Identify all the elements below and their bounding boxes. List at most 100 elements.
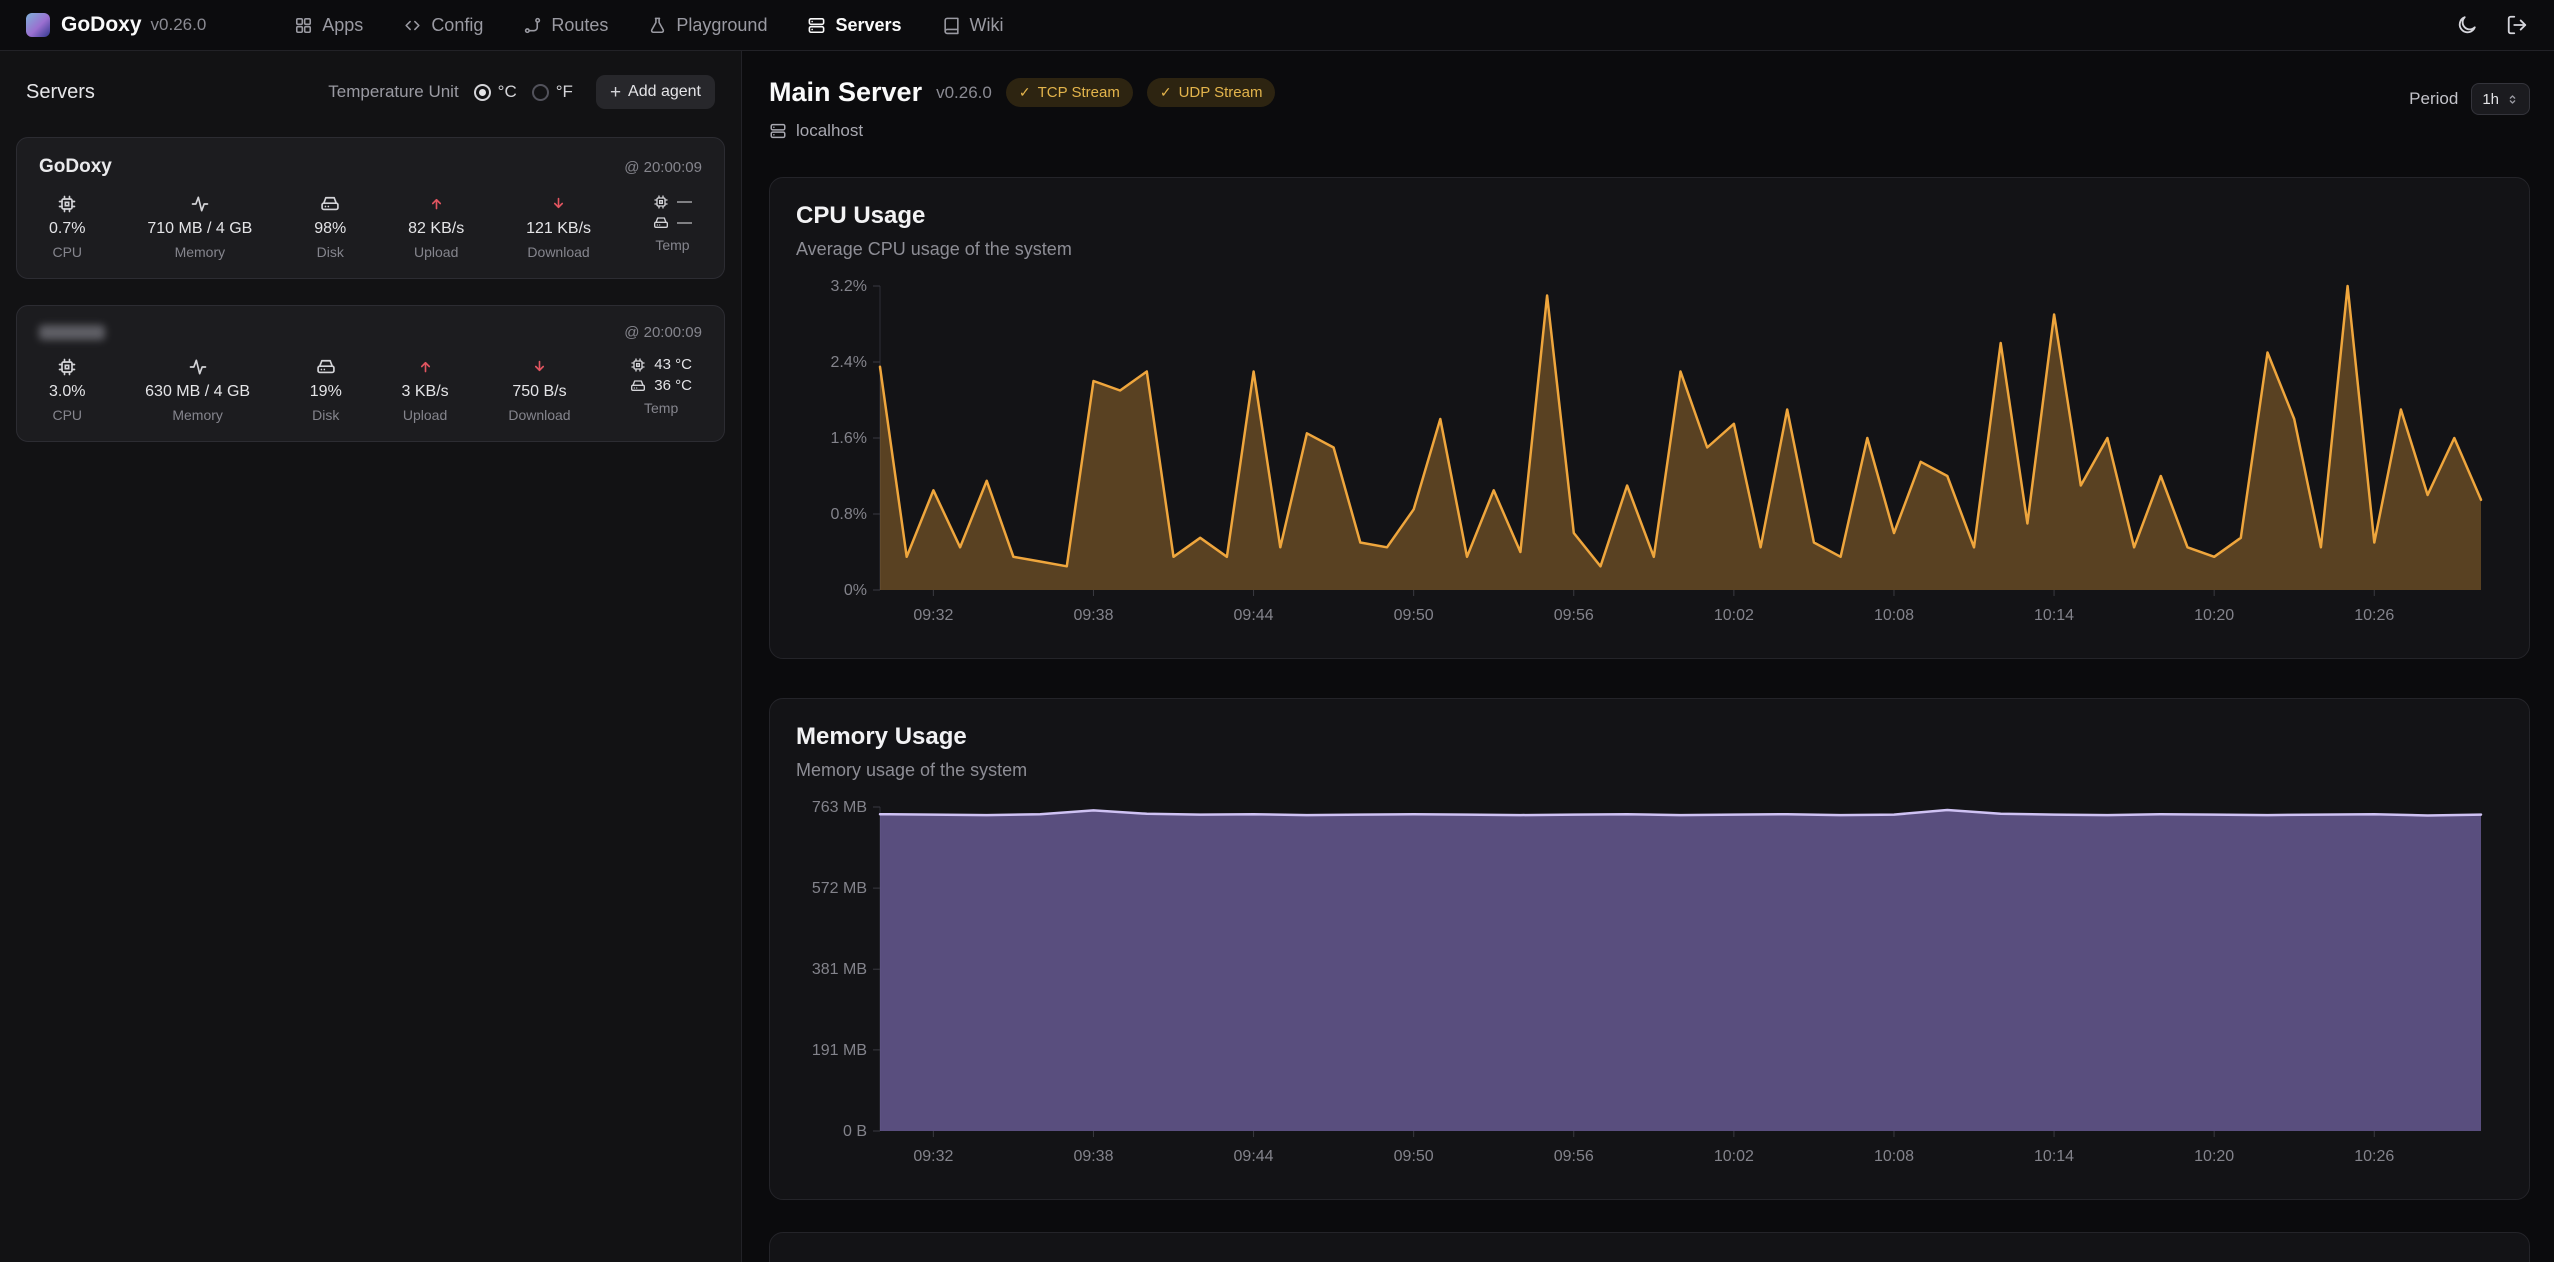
cpu-temp-value: — bbox=[677, 193, 692, 210]
svg-text:10:14: 10:14 bbox=[2034, 1148, 2074, 1165]
activity-icon bbox=[188, 357, 208, 377]
server-stats: 0.7% CPU 710 MB / 4 GB Memory 98% Disk 8… bbox=[39, 193, 702, 260]
svg-text:10:20: 10:20 bbox=[2194, 607, 2234, 624]
check-icon: ✓ bbox=[1019, 84, 1031, 101]
radio-circle-icon bbox=[474, 84, 491, 101]
download-label: Download bbox=[508, 407, 570, 423]
nav-item-label: Apps bbox=[322, 15, 363, 36]
cpu-label: CPU bbox=[52, 407, 82, 423]
memory-label: Memory bbox=[172, 407, 223, 423]
server-card[interactable]: GoDoxy @ 20:00:09 0.7% CPU 710 MB / 4 GB… bbox=[16, 137, 725, 279]
cpu-temp-value: 43 °C bbox=[654, 356, 692, 373]
server-icon bbox=[769, 122, 787, 140]
disk-value: 98% bbox=[314, 220, 346, 238]
server-stats: 3.0% CPU 630 MB / 4 GB Memory 19% Disk 3… bbox=[39, 356, 702, 423]
stat-disk: 98% Disk bbox=[314, 193, 346, 260]
temperature-unit-label: Temperature Unit bbox=[328, 82, 458, 102]
memory-usage-chart: 0 B191 MB381 MB572 MB763 MB09:3209:3809:… bbox=[796, 795, 2503, 1175]
tcp-stream-badge: ✓ TCP Stream bbox=[1006, 78, 1133, 107]
cpu-usage-card: CPU Usage Average CPU usage of the syste… bbox=[769, 177, 2530, 659]
cpu-icon bbox=[57, 194, 77, 214]
stat-temp: — — Temp bbox=[653, 193, 692, 253]
svg-text:3.2%: 3.2% bbox=[831, 278, 867, 295]
upload-arrow-icon bbox=[429, 196, 444, 211]
code-icon bbox=[403, 16, 422, 35]
moon-icon[interactable] bbox=[2456, 14, 2478, 36]
disk-label: Disk bbox=[317, 244, 344, 260]
upload-label: Upload bbox=[403, 407, 447, 423]
nav-item-servers[interactable]: Servers bbox=[807, 15, 901, 36]
navbar: GoDoxy v0.26.0 Apps Config Routes Playgr… bbox=[0, 0, 2554, 51]
app-logo-icon bbox=[26, 13, 50, 37]
server-timestamp: @ 20:00:09 bbox=[624, 159, 702, 176]
logout-icon[interactable] bbox=[2506, 14, 2528, 36]
upload-value: 82 KB/s bbox=[408, 220, 464, 238]
disk-icon bbox=[320, 194, 340, 214]
upload-label: Upload bbox=[414, 244, 458, 260]
period-label: Period bbox=[2409, 89, 2458, 109]
cpu-icon bbox=[57, 357, 77, 377]
svg-text:09:32: 09:32 bbox=[913, 1148, 953, 1165]
radio-celsius[interactable]: °C bbox=[474, 82, 517, 102]
nav-item-routes[interactable]: Routes bbox=[523, 15, 608, 36]
svg-text:572 MB: 572 MB bbox=[812, 880, 867, 897]
svg-text:09:38: 09:38 bbox=[1073, 607, 1113, 624]
svg-text:381 MB: 381 MB bbox=[812, 961, 867, 978]
stat-upload: 82 KB/s Upload bbox=[408, 193, 464, 260]
svg-text:191 MB: 191 MB bbox=[812, 1042, 867, 1059]
upload-arrow-icon bbox=[418, 359, 433, 374]
stat-download: 121 KB/s Download bbox=[526, 193, 591, 260]
download-label: Download bbox=[527, 244, 589, 260]
route-icon bbox=[523, 16, 542, 35]
memory-value: 710 MB / 4 GB bbox=[147, 220, 252, 238]
radio-fahrenheit[interactable]: °F bbox=[532, 82, 573, 102]
sidebar: Servers Temperature Unit °C °F + Add age… bbox=[0, 51, 742, 1262]
svg-text:10:14: 10:14 bbox=[2034, 607, 2074, 624]
app-name: GoDoxy bbox=[61, 13, 142, 37]
stat-download: 750 B/s Download bbox=[508, 356, 570, 423]
svg-text:10:02: 10:02 bbox=[1714, 607, 1754, 624]
server-card[interactable]: @ 20:00:09 3.0% CPU 630 MB / 4 GB Memory… bbox=[16, 305, 725, 442]
svg-text:0.8%: 0.8% bbox=[831, 506, 867, 523]
svg-text:09:50: 09:50 bbox=[1394, 607, 1434, 624]
app-version: v0.26.0 bbox=[151, 15, 207, 35]
cpu-value: 3.0% bbox=[49, 383, 85, 401]
nav-item-apps[interactable]: Apps bbox=[294, 15, 363, 36]
svg-text:10:02: 10:02 bbox=[1714, 1148, 1754, 1165]
page-title: Main Server bbox=[769, 77, 922, 108]
nav-menu: Apps Config Routes Playground Servers Wi… bbox=[294, 15, 1003, 36]
add-agent-button[interactable]: + Add agent bbox=[596, 75, 715, 109]
disk-icon bbox=[630, 378, 646, 394]
udp-stream-badge: ✓ UDP Stream bbox=[1147, 78, 1276, 107]
disk-icon bbox=[653, 215, 669, 231]
memory-chart-subtitle: Memory usage of the system bbox=[796, 760, 2503, 781]
svg-text:2.4%: 2.4% bbox=[831, 354, 867, 371]
download-arrow-icon bbox=[551, 196, 566, 211]
memory-label: Memory bbox=[175, 244, 226, 260]
upload-value: 3 KB/s bbox=[402, 383, 449, 401]
cpu-value: 0.7% bbox=[49, 220, 85, 238]
disk-temp-value: — bbox=[677, 214, 692, 231]
period-select[interactable]: 1h bbox=[2471, 83, 2530, 115]
svg-text:1.6%: 1.6% bbox=[831, 430, 867, 447]
main-panel: Main Server v0.26.0 ✓ TCP Stream ✓ UDP S… bbox=[742, 51, 2554, 1262]
add-agent-label: Add agent bbox=[628, 83, 701, 101]
nav-item-config[interactable]: Config bbox=[403, 15, 483, 36]
nav-item-playground[interactable]: Playground bbox=[648, 15, 767, 36]
nav-item-wiki[interactable]: Wiki bbox=[942, 15, 1004, 36]
server-name-redacted bbox=[39, 325, 105, 340]
radio-celsius-label: °C bbox=[498, 82, 517, 102]
nav-item-label: Routes bbox=[551, 15, 608, 36]
tcp-stream-label: TCP Stream bbox=[1038, 84, 1120, 101]
temp-label: Temp bbox=[644, 400, 678, 416]
nav-item-label: Config bbox=[431, 15, 483, 36]
stat-cpu: 0.7% CPU bbox=[49, 193, 85, 260]
disk-icon bbox=[316, 357, 336, 377]
cpu-chart-subtitle: Average CPU usage of the system bbox=[796, 239, 2503, 260]
cpu-usage-chart: 0%0.8%1.6%2.4%3.2%09:3209:3809:4409:5009… bbox=[796, 274, 2503, 634]
svg-text:10:20: 10:20 bbox=[2194, 1148, 2234, 1165]
stat-cpu: 3.0% CPU bbox=[49, 356, 85, 423]
svg-text:09:50: 09:50 bbox=[1394, 1148, 1434, 1165]
temp-label: Temp bbox=[655, 237, 689, 253]
cpu-icon bbox=[630, 357, 646, 373]
